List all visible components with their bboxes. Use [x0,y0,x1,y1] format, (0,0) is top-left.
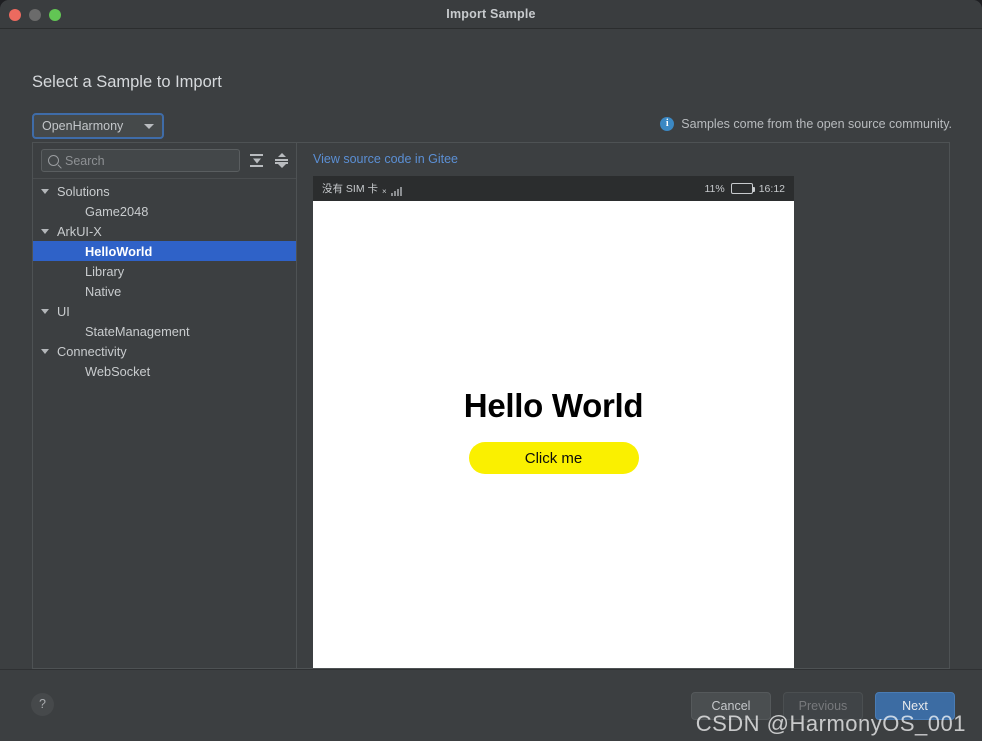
tree-item-game2048[interactable]: Game2048 [33,201,296,221]
sample-source-dropdown[interactable]: OpenHarmony [32,113,164,139]
title-bar: Import Sample [0,0,982,29]
search-placeholder: Search [65,153,105,168]
sample-preview-panel: View source code in Gitee 没有 SIM 卡 × 11%… [297,142,950,669]
cancel-button[interactable]: Cancel [691,692,771,720]
tree-item-solutions[interactable]: Solutions [33,181,296,201]
tree-item-native[interactable]: Native [33,281,296,301]
zoom-button[interactable] [49,8,61,21]
search-input[interactable]: Search [41,149,240,172]
info-icon: i [660,117,675,131]
tree-item-ui[interactable]: UI [33,301,296,321]
tree-item-helloworld[interactable]: HelloWorld [33,241,296,261]
help-button[interactable]: ? [31,693,54,716]
tree-item-label: ArkUI-X [57,223,102,239]
tree-item-arkui-x[interactable]: ArkUI-X [33,221,296,241]
status-bar-left: 没有 SIM 卡 × [322,181,402,196]
sample-source-value: OpenHarmony [42,119,124,133]
chevron-down-icon[interactable] [41,348,49,354]
tree-item-label: Native [85,283,122,299]
tree-item-connectivity[interactable]: Connectivity [33,341,296,361]
click-me-button[interactable]: Click me [468,442,639,474]
window-controls [9,0,61,29]
battery-icon [730,183,756,194]
tree-item-label: WebSocket [85,363,151,379]
tree-item-label: Solutions [57,183,110,199]
phone-status-bar: 没有 SIM 卡 × 11% 16:12 [313,176,794,201]
battery-percent-label: 11% [704,182,725,195]
phone-preview: 没有 SIM 卡 × 11% 16:12 Hello World Click m… [313,176,794,668]
hello-world-heading: Hello World [463,387,644,424]
expand-all-icon[interactable] [248,152,265,169]
dialog-body: Select a Sample to Import OpenHarmony i … [0,29,982,669]
search-icon [48,155,59,166]
page-title: Select a Sample to Import [32,73,222,91]
tree-item-label: Connectivity [57,343,127,359]
chevron-down-icon[interactable] [41,188,49,194]
source-info-text: Samples come from the open source commun… [681,117,952,131]
tree-item-statemanagement[interactable]: StateManagement [33,321,296,341]
previous-button: Previous [783,692,863,720]
tree-item-label: Library [85,263,125,279]
tree-item-websocket[interactable]: WebSocket [33,361,296,381]
import-sample-dialog: Import Sample Select a Sample to Import … [0,0,982,741]
phone-app-content: Hello World Click me [313,201,794,668]
dialog-footer: ? Cancel Previous Next CSDN @HarmonyOS_0… [0,669,982,741]
status-bar-right: 11% 16:12 [704,183,785,195]
clock-label: 16:12 [758,182,785,195]
sample-tree-list: Solutions Game2048 ArkUI-X HelloWorld Librar… [33,179,296,668]
no-signal-icon: × [382,187,387,196]
window-title: Import Sample [446,7,536,21]
next-button[interactable]: Next [875,692,955,720]
tree-item-label: HelloWorld [85,243,153,259]
tree-item-label: Game2048 [85,203,149,219]
view-source-link[interactable]: View source code in Gitee [313,152,458,166]
close-button[interactable] [9,8,21,21]
minimize-button[interactable] [29,8,41,21]
tree-item-library[interactable]: Library [33,261,296,281]
chevron-down-icon [144,123,154,129]
collapse-all-icon[interactable] [273,152,290,169]
carrier-label: 没有 SIM 卡 [322,183,379,195]
sample-tree-panel: Search Solutions Game2048 ArkUI-X HelloWorl… [32,142,297,669]
tree-toolbar: Search [33,143,296,179]
tree-item-label: StateManagement [85,323,190,339]
chevron-down-icon[interactable] [41,228,49,234]
footer-actions: Cancel Previous Next [691,692,955,720]
chevron-down-icon[interactable] [41,308,49,314]
tree-item-label: UI [57,303,70,319]
source-info-note: i Samples come from the open source comm… [660,117,952,131]
signal-bars-icon [390,187,402,196]
